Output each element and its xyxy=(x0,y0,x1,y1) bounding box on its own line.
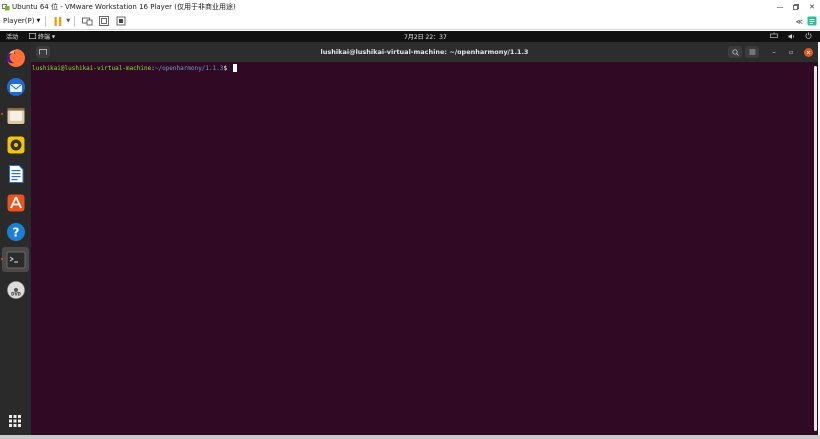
prompt-user: lushikai@lushikai-virtual-machine xyxy=(32,64,152,72)
vm-bottom-strip xyxy=(0,435,820,439)
scrollbar[interactable] xyxy=(814,66,817,431)
search-icon xyxy=(731,48,739,56)
power-icon xyxy=(805,32,812,41)
player-menu-label: Player(P) xyxy=(3,17,35,25)
search-button[interactable] xyxy=(728,46,742,58)
player-menu[interactable]: Player(P) ▼ xyxy=(3,17,40,25)
terminal-window: lushikai@lushikai-virtual-machine: ~/ope… xyxy=(31,42,818,435)
svg-text:DVD: DVD xyxy=(11,291,21,296)
svg-text:?: ? xyxy=(12,225,19,239)
minimize-icon[interactable]: — xyxy=(772,0,788,13)
show-applications-icon[interactable] xyxy=(7,413,23,429)
toolbar-divider xyxy=(74,15,76,27)
window-title: Ubuntu 64 位 - VMware Workstation 16 Play… xyxy=(12,2,236,11)
pause-icon[interactable] xyxy=(51,14,65,28)
system-tray[interactable] xyxy=(770,31,812,42)
volume-icon xyxy=(788,33,795,40)
close-icon[interactable] xyxy=(804,47,813,57)
send-ctrl-alt-del-icon[interactable] xyxy=(80,14,94,28)
new-tab-button[interactable] xyxy=(36,46,50,58)
libreoffice-writer-icon[interactable] xyxy=(4,162,27,185)
prompt-symbol: $ xyxy=(223,64,231,72)
close-icon[interactable]: ✕ xyxy=(804,0,820,13)
thunderbird-icon[interactable] xyxy=(4,75,27,98)
vmware-app-icon xyxy=(2,3,10,11)
dvd-icon[interactable]: DVD xyxy=(4,278,27,301)
maximize-icon[interactable]: ▫ xyxy=(784,46,798,58)
window-titlebar: Ubuntu 64 位 - VMware Workstation 16 Play… xyxy=(0,0,820,13)
terminal-body[interactable]: lushikai@lushikai-virtual-machine: ~/open… xyxy=(31,62,818,435)
restore-icon[interactable] xyxy=(788,0,804,13)
terminal-title: lushikai@lushikai-virtual-machine: ~/ope… xyxy=(320,48,529,56)
gnome-top-bar: 活动 终端 ▼ 7月2日 22：37 xyxy=(0,31,820,42)
fit-guest-icon[interactable] xyxy=(97,14,111,28)
hamburger-icon xyxy=(749,49,755,55)
minimize-icon[interactable]: – xyxy=(767,46,781,58)
ubuntu-software-icon[interactable] xyxy=(4,191,27,214)
library-icon[interactable] xyxy=(807,16,817,28)
pause-dropdown-icon[interactable]: ▼ xyxy=(66,18,70,24)
terminal-headerbar: lushikai@lushikai-virtual-machine: ~/ope… xyxy=(31,42,818,62)
chevron-down-icon: ▼ xyxy=(36,18,41,24)
menu-button[interactable] xyxy=(745,46,759,58)
running-indicator xyxy=(1,113,3,115)
terminal-icon[interactable] xyxy=(2,247,29,272)
dock: ? DVD xyxy=(0,42,31,435)
toolbar-right: ≪ xyxy=(796,13,820,30)
running-indicator xyxy=(1,258,3,260)
vmware-toolbar: Player(P) ▼ ▼ ≪ xyxy=(0,13,820,30)
prompt-path: ~/openharmony/1.1.3 xyxy=(154,64,224,72)
files-icon[interactable] xyxy=(4,104,27,127)
help-icon[interactable]: ? xyxy=(4,220,27,243)
network-icon xyxy=(770,32,778,41)
back-arrows-icon[interactable]: ≪ xyxy=(796,18,803,26)
firefox-icon[interactable] xyxy=(4,46,27,69)
terminal-small-icon xyxy=(29,32,37,41)
fullscreen-icon[interactable] xyxy=(114,14,128,28)
window-controls: — ✕ xyxy=(772,0,820,13)
app-menu-label: 终端 xyxy=(38,34,51,41)
rhythmbox-icon[interactable] xyxy=(4,133,27,156)
terminal-controls: – ▫ xyxy=(728,45,813,59)
toolbar-divider xyxy=(45,15,47,27)
activities-button[interactable]: 活动 xyxy=(6,32,18,41)
text-cursor xyxy=(232,64,237,72)
app-menu[interactable]: 终端 ▼ xyxy=(29,32,55,41)
chevron-down-icon: ▼ xyxy=(52,34,56,39)
prompt-line: lushikai@lushikai-virtual-machine: ~/open… xyxy=(32,64,237,72)
clock[interactable]: 7月2日 22：37 xyxy=(404,31,447,42)
